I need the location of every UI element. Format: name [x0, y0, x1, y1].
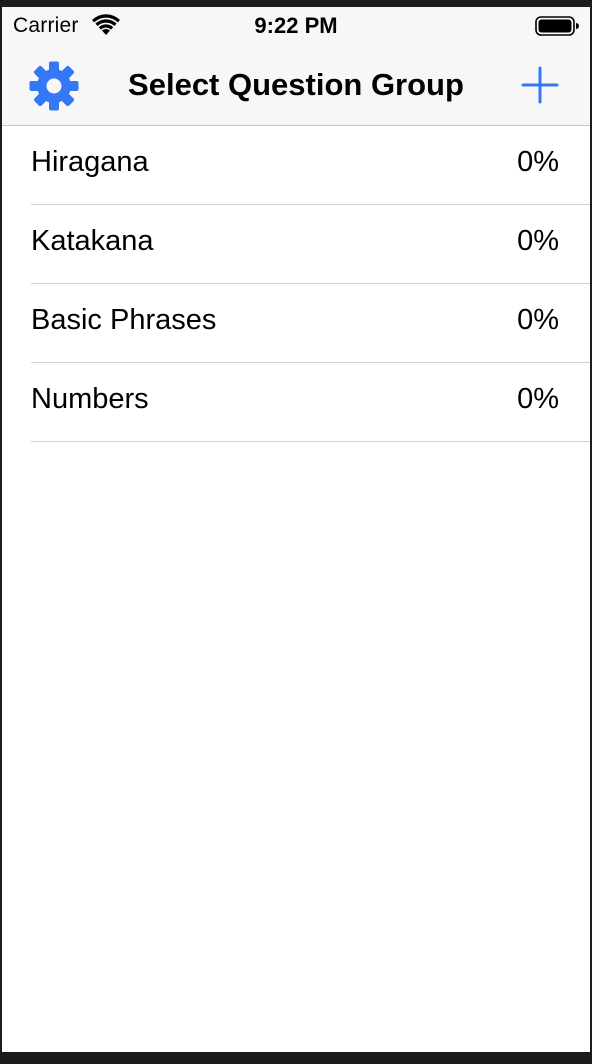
navigation-bar: Select Question Group — [2, 47, 590, 126]
list-item-katakana[interactable]: Katakana 0% — [2, 205, 590, 284]
battery-icon — [535, 16, 579, 36]
group-label: Basic Phrases — [31, 304, 217, 336]
device-frame: Carrier 9:22 PM Select Question Group Hi… — [0, 0, 592, 1064]
add-group-button[interactable] — [520, 65, 560, 105]
group-progress: 0% — [517, 304, 559, 336]
row-divider — [31, 441, 590, 442]
screen: Carrier 9:22 PM Select Question Group Hi… — [2, 7, 590, 1052]
list-item-basic-phrases[interactable]: Basic Phrases 0% — [2, 284, 590, 363]
plus-icon — [521, 66, 559, 104]
status-bar: Carrier 9:22 PM — [2, 7, 590, 47]
group-label: Katakana — [31, 225, 154, 257]
group-progress: 0% — [517, 383, 559, 415]
group-label: Numbers — [31, 383, 149, 415]
group-progress: 0% — [517, 225, 559, 257]
status-time: 9:22 PM — [254, 13, 338, 38]
list-item-numbers[interactable]: Numbers 0% — [2, 363, 590, 442]
page-title: Select Question Group — [128, 67, 464, 102]
group-progress: 0% — [517, 146, 559, 178]
list-item-hiragana[interactable]: Hiragana 0% — [2, 126, 590, 205]
question-group-list: Hiragana 0% Katakana 0% Basic Phrases 0%… — [2, 126, 590, 442]
group-label: Hiragana — [31, 146, 149, 178]
